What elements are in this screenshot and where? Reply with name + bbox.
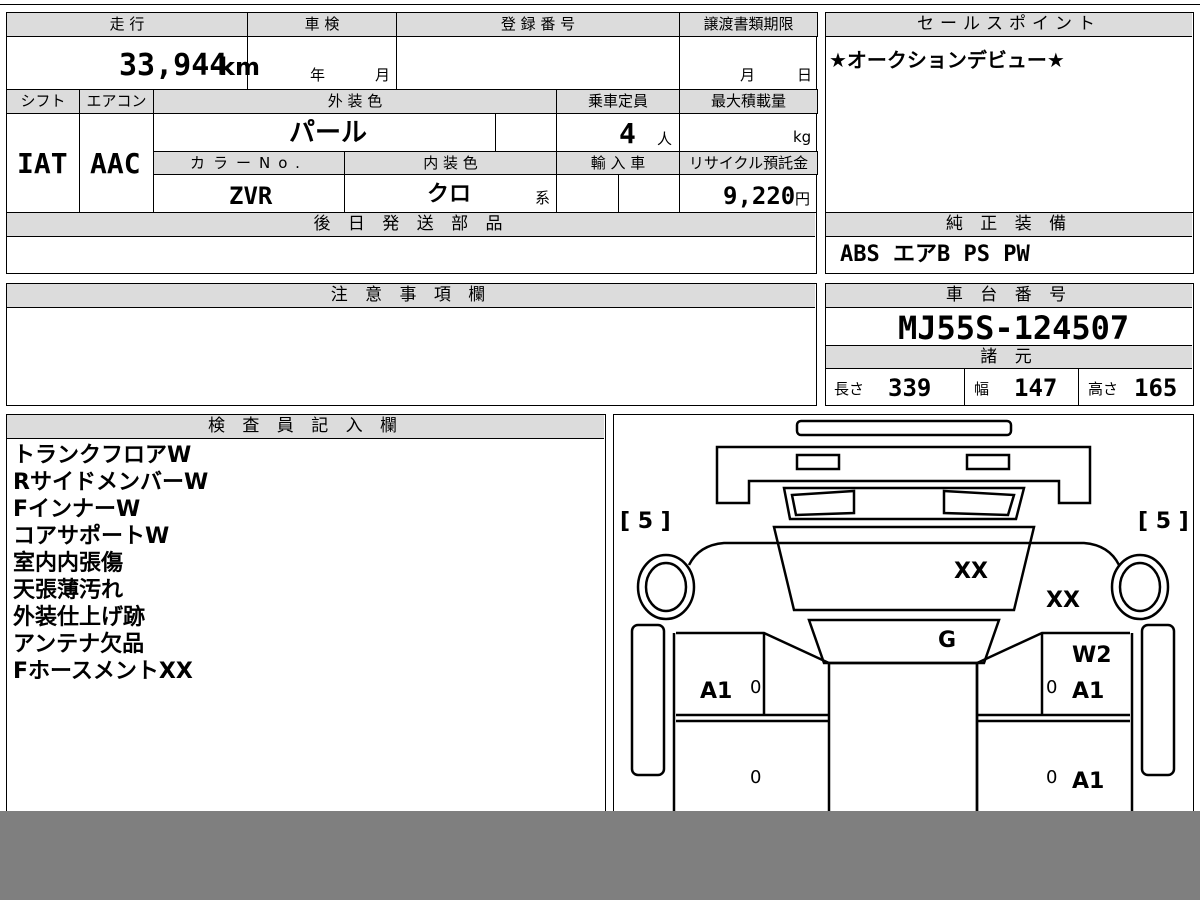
tire-tread-left: [ 5 ]	[620, 509, 671, 534]
later-parts-header: 後 日 発 送 部 品	[7, 213, 815, 237]
zero-mark: 0	[750, 677, 762, 698]
aircon-value: AAC	[90, 147, 141, 180]
transfer-day: 日	[797, 66, 813, 84]
damage-mark-left-front-door: A1	[700, 679, 733, 704]
shaken-month: 月	[375, 66, 391, 84]
import-header: 輸 入 車	[556, 151, 680, 175]
caution-header: 注 意 事 項 欄	[7, 284, 815, 308]
equipment-value: ABS エアB PS PW	[840, 242, 1030, 267]
color-no-value: ZVR	[229, 182, 273, 210]
sales-point-header: セールスポイント	[826, 13, 1192, 37]
spec-table: シフト エアコン 外 装 色 乗車定員 最大積載量 IAT AAC パール 4 …	[6, 89, 818, 214]
specs-header: 諸 元	[826, 345, 1192, 369]
inspector-box: 検 査 員 記 入 欄 トランクフロアW RサイドメンバーW FインナーW コア…	[6, 414, 606, 834]
sales-point-box: セールスポイント ★オークションデビュー★	[825, 12, 1194, 213]
chassis-box: 車 台 番 号 MJ55S-124507 諸 元 長さ 339 幅 147 高さ…	[825, 283, 1194, 406]
max-load-unit: kg	[793, 128, 812, 146]
aircon-header: エアコン	[79, 89, 154, 114]
transfer-deadline-header: 譲渡書類期限	[679, 12, 818, 37]
shaken-year: 年	[310, 66, 326, 84]
registration-header: 登 録 番 号	[396, 12, 680, 37]
mileage-header: 走 行	[6, 12, 248, 37]
width-label: 幅	[974, 380, 990, 398]
color-no-header: カラーNo.	[153, 151, 345, 175]
caution-box: 注 意 事 項 欄	[6, 283, 817, 406]
height-label: 高さ	[1088, 380, 1119, 398]
note-line: FインナーW	[13, 497, 141, 522]
note-line: アンテナ欠品	[13, 632, 145, 657]
tire-tread-right: [ 5 ]	[1138, 509, 1189, 534]
shaken-header: 車 検	[247, 12, 397, 37]
zero-mark: 0	[1046, 677, 1058, 698]
car-diagram	[630, 419, 1176, 817]
note-line: コアサポートW	[13, 524, 170, 549]
width-value: 147	[1014, 374, 1058, 402]
damage-mark-right-front-door: A1	[1072, 679, 1105, 704]
sales-point-text: ★オークションデビュー★	[829, 48, 1065, 72]
mileage-value: 33,944	[119, 48, 228, 83]
note-line: RサイドメンバーW	[13, 470, 209, 495]
damage-mark-windshield: G	[938, 628, 957, 653]
shift-value: IAT	[17, 147, 68, 180]
note-line: 外装仕上げ跡	[13, 605, 146, 630]
damage-mark-right-fender: XX	[1046, 588, 1080, 613]
damage-mark-right-door: W2	[1072, 643, 1112, 668]
chassis-value: MJ55S-124507	[898, 309, 1130, 347]
interior-color-suffix: 系	[535, 189, 551, 207]
zero-mark: 0	[750, 767, 762, 788]
shift-header: シフト	[6, 89, 80, 114]
inspector-header: 検 査 員 記 入 欄	[7, 415, 604, 439]
recycle-header: リサイクル預託金	[679, 151, 818, 175]
max-load-header: 最大積載量	[679, 89, 818, 114]
note-line: FホースメントXX	[13, 659, 193, 684]
transfer-month: 月	[740, 66, 756, 84]
capacity-header: 乗車定員	[556, 89, 680, 114]
grey-overlay-band	[0, 811, 1200, 900]
exterior-color-header: 外 装 色	[153, 89, 557, 114]
mileage-unit: km	[219, 53, 260, 81]
damage-mark-right-rear-door: A1	[1072, 769, 1105, 794]
zero-mark: 0	[1046, 767, 1058, 788]
interior-color-header: 内 装 色	[344, 151, 557, 175]
height-value: 165	[1134, 374, 1178, 402]
recycle-unit: 円	[795, 190, 811, 208]
inspector-notes: トランクフロアW RサイドメンバーW FインナーW コアサポートW 室内内張傷 …	[13, 442, 208, 685]
equipment-box: 純 正 装 備 ABS エアB PS PW	[825, 212, 1194, 274]
damage-mark-hood: XX	[954, 559, 988, 584]
length-label: 長さ	[834, 380, 865, 398]
later-parts-box: 後 日 発 送 部 品	[6, 212, 817, 274]
capacity-value: 4	[619, 117, 636, 150]
vehicle-info-table: 走 行 車 検 登 録 番 号 譲渡書類期限 33,944 km 年 月 月 日	[6, 12, 818, 90]
note-line: 室内内張傷	[13, 551, 124, 576]
capacity-unit: 人	[657, 130, 673, 148]
exterior-color-value: パール	[289, 118, 368, 148]
equipment-header: 純 正 装 備	[826, 213, 1192, 237]
chassis-header: 車 台 番 号	[826, 284, 1192, 308]
note-line: 天張薄汚れ	[13, 578, 124, 603]
interior-color-value: クロ	[427, 182, 472, 207]
car-diagram-box: [ 5 ] [ 5 ] XX XX G W2 A1 A1 A1 0 0 0 0	[613, 414, 1194, 834]
length-value: 339	[888, 374, 932, 402]
note-line: トランクフロアW	[13, 443, 192, 468]
recycle-value: 9,220	[723, 182, 796, 210]
